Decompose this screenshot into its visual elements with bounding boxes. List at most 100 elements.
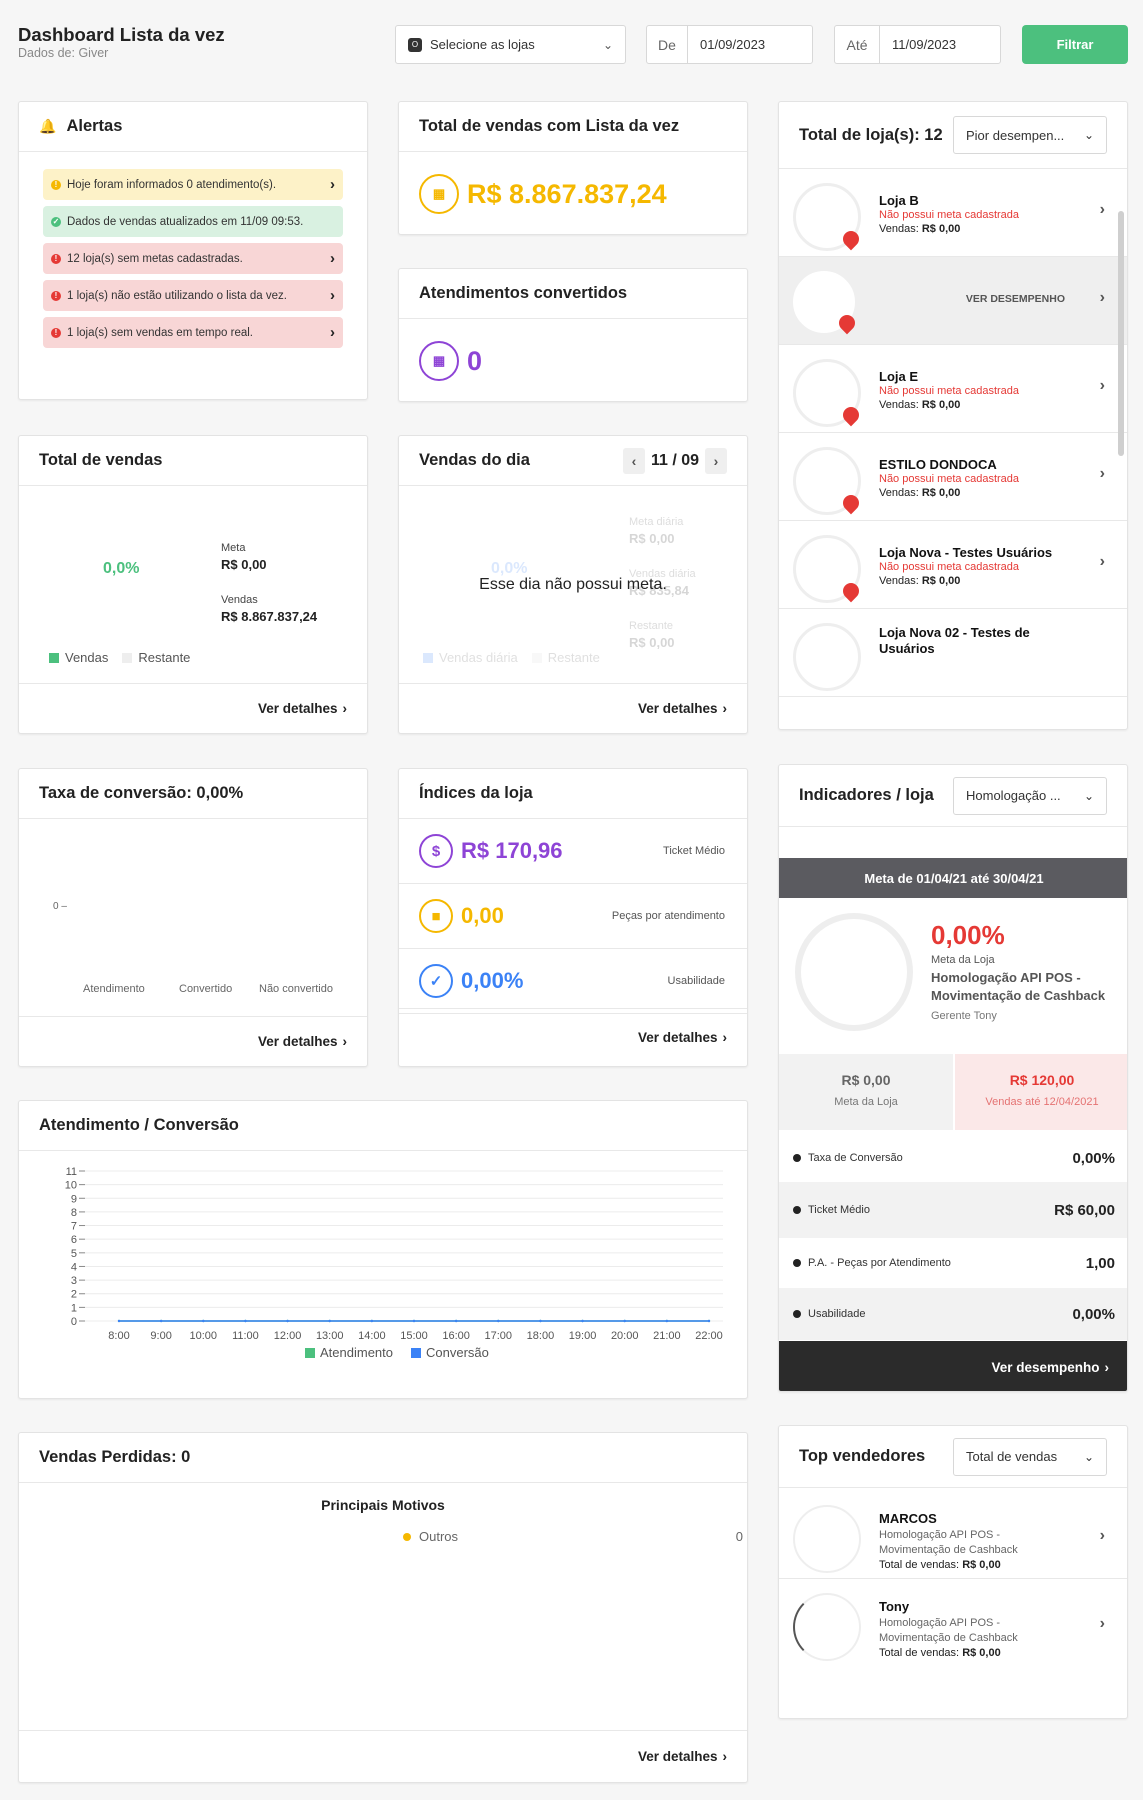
stores-header: Total de loja(s): 12 Pior desempen... ⌄ (779, 102, 1127, 169)
lost-sales-details-link[interactable]: Ver detalhes › (19, 1730, 747, 1782)
cash-icon: ▦ (419, 341, 459, 381)
store-row[interactable]: Loja Nova - Testes Usuários Não possui me… (779, 521, 1127, 609)
chart-y-tick: 1 (71, 1302, 77, 1314)
indicator-kpi-row: Usabilidade 0,00% (779, 1288, 1127, 1340)
date-from-field[interactable]: De 01/09/2023 (646, 25, 813, 64)
daily-sales-header: Vendas do dia ‹ 11 / 09 › (399, 436, 747, 486)
store-index-label: Usabilidade (667, 975, 725, 987)
top-sellers-select[interactable]: Total de vendas ⌄ (953, 1437, 1107, 1476)
indicator-kpi-label-wrap: Ticket Médio (793, 1204, 870, 1216)
store-row[interactable]: Loja B Não possui meta cadastrada Vendas: … (779, 169, 1127, 257)
chart-point (328, 1319, 331, 1323)
chevron-right-icon: › (722, 701, 728, 716)
store-sales-value: R$ 0,00 (921, 223, 961, 235)
total-sales-title: Total de vendas (39, 451, 163, 469)
store-sales-value: R$ 0,00 (921, 575, 961, 587)
lost-sales-reason-label: Outros (419, 1529, 459, 1544)
store-row[interactable]: Loja Nova 02 - Testes de Usuários (779, 609, 1127, 697)
indicators-card: Indicadores / loja Homologação ... ⌄ Met… (778, 764, 1128, 1392)
alert-item[interactable]: ! 12 loja(s) sem metas cadastradas. › (43, 243, 343, 274)
lost-sales-reason-value: 0 (735, 1529, 743, 1544)
lost-sales-reason-label-wrap: Outros (403, 1529, 458, 1544)
filter-button[interactable]: Filtrar (1022, 25, 1128, 64)
seller-row[interactable]: MARCOS Homologação API POS - Movimentação… (779, 1491, 1127, 1579)
store-row[interactable]: ESTILO DONDOCA Não possui meta cadastrada… (779, 433, 1127, 521)
view-performance-link[interactable]: VER DESEMPENHO (966, 293, 1065, 305)
alert-status-icon: ! (51, 290, 61, 301)
total-sales-card: Total de vendas 0,0% Meta R$ 0,00 Vendas… (18, 435, 368, 734)
stores-sort-select[interactable]: Pior desempen... ⌄ (953, 116, 1107, 154)
chevron-right-icon: › (1099, 465, 1105, 482)
indicator-kpi-row: Taxa de Conversão 0,00% (779, 1134, 1127, 1182)
daily-sales-title: Vendas do dia (419, 451, 530, 469)
bullet-icon (793, 1206, 801, 1214)
alert-text: 1 loja(s) não estão utilizando o lista d… (67, 289, 287, 302)
alert-content: ✓ Dados de vendas atualizados em 11/09 09… (51, 216, 303, 228)
alert-item[interactable]: ! 1 loja(s) sem vendas em tempo real. › (43, 317, 343, 348)
conversion-rate-header: Taxa de conversão: 0,00% (19, 769, 367, 819)
date-to-value[interactable]: 11/09/2023 (880, 37, 956, 52)
ghost-legend-rest-swatch (531, 652, 542, 663)
page-subtitle: Dados de: Giver (18, 46, 109, 60)
chart-x-tick: 12:00 (274, 1330, 302, 1342)
indicators-action-button[interactable]: Ver desempenho › (779, 1341, 1127, 1391)
seller-total-label: Total de vendas: (879, 1647, 960, 1659)
chevron-right-icon: › (330, 176, 335, 193)
store-sales: Vendas: R$ 0,00 (879, 223, 960, 235)
date-from-value[interactable]: 01/09/2023 (688, 37, 765, 52)
seller-name: MARCOS (879, 1511, 937, 1526)
converted-title: Atendimentos convertidos (419, 284, 628, 302)
alert-status-icon: ✓ (51, 216, 61, 227)
chart-point (286, 1319, 289, 1323)
details-label: Ver detalhes (637, 701, 718, 716)
alert-item[interactable]: ! 1 loja(s) não estão utilizando o lista … (43, 280, 343, 311)
lost-sales-reason: Outros 0 (403, 1529, 743, 1544)
store-index-details-link[interactable]: Ver detalhes › (399, 1008, 747, 1066)
chart-x-tick: 9:00 (150, 1330, 171, 1342)
seller-progress-ring (793, 1593, 861, 1661)
seller-row[interactable]: Tony Homologação API POS - Movimentação d… (779, 1579, 1127, 1667)
total-sales-percent: 0,0% (103, 560, 140, 577)
chevron-right-icon: › (330, 250, 335, 267)
conversion-category-2: Convertido (179, 983, 233, 995)
top-sellers-title: Top vendedores (799, 1447, 926, 1465)
store-index-value: 0,00% (461, 968, 524, 993)
total-sales-list-value: R$ 8.867.837,24 (467, 178, 667, 209)
chevron-right-icon: › (1099, 553, 1105, 570)
seller-store: Homologação API POS - Movimentação de Ca… (879, 1617, 1018, 1644)
store-no-goal: Não possui meta cadastrada (879, 473, 1020, 485)
store-sales-label: Vendas: (879, 575, 919, 587)
indicators-goal-value: R$ 0,00 (841, 1072, 891, 1088)
total-sales-details-link[interactable]: Ver detalhes › (19, 683, 367, 733)
total-sales-list-card: Total de vendas com Lista da vez ▦ R$ 8.… (398, 101, 748, 235)
chart-point (202, 1319, 205, 1323)
stores-scrollbar[interactable] (1118, 211, 1124, 456)
store-row[interactable]: VER DESEMPENHO › (779, 257, 1127, 345)
legend-rest-label: Restante (138, 650, 191, 665)
indicators-store-select[interactable]: Homologação ... ⌄ (953, 776, 1107, 815)
ghost-legend-rest: Restante (547, 650, 600, 665)
chart-x-tick: 17:00 (485, 1330, 513, 1342)
store-select[interactable]: O Selecione as lojas ⌄ (395, 25, 626, 64)
store-row[interactable]: Loja E Não possui meta cadastrada Vendas: … (779, 345, 1127, 433)
chart-point (497, 1319, 500, 1323)
store-no-goal: Não possui meta cadastrada (879, 209, 1020, 221)
lost-sales-title: Vendas Perdidas: 0 (39, 1448, 191, 1466)
chart-y-tick: 8 (71, 1207, 77, 1219)
conversion-details-link[interactable]: Ver detalhes › (19, 1016, 367, 1066)
chart-y-tick: 4 (71, 1261, 77, 1273)
indicator-kpi-value: 1,00 (1085, 1254, 1115, 1272)
alert-item[interactable]: ! Hoje foram informados 0 atendimento(s).… (43, 169, 343, 200)
prev-day-button[interactable]: ‹ (622, 447, 645, 474)
chart-point (623, 1319, 626, 1323)
chart-x-tick: 8:00 (108, 1330, 129, 1342)
alert-status-icon: ! (51, 253, 61, 264)
indicator-kpi-value: R$ 60,00 (1054, 1201, 1115, 1219)
next-day-button[interactable]: › (705, 447, 727, 474)
bullet-icon (793, 1310, 801, 1318)
chart-y-tick: 10 (65, 1180, 77, 1192)
chart-point (159, 1319, 163, 1323)
daily-sales-details-link[interactable]: Ver detalhes › (399, 683, 747, 733)
date-to-field[interactable]: Até 11/09/2023 (834, 25, 1001, 64)
store-index-title: Índices da loja (419, 784, 533, 802)
